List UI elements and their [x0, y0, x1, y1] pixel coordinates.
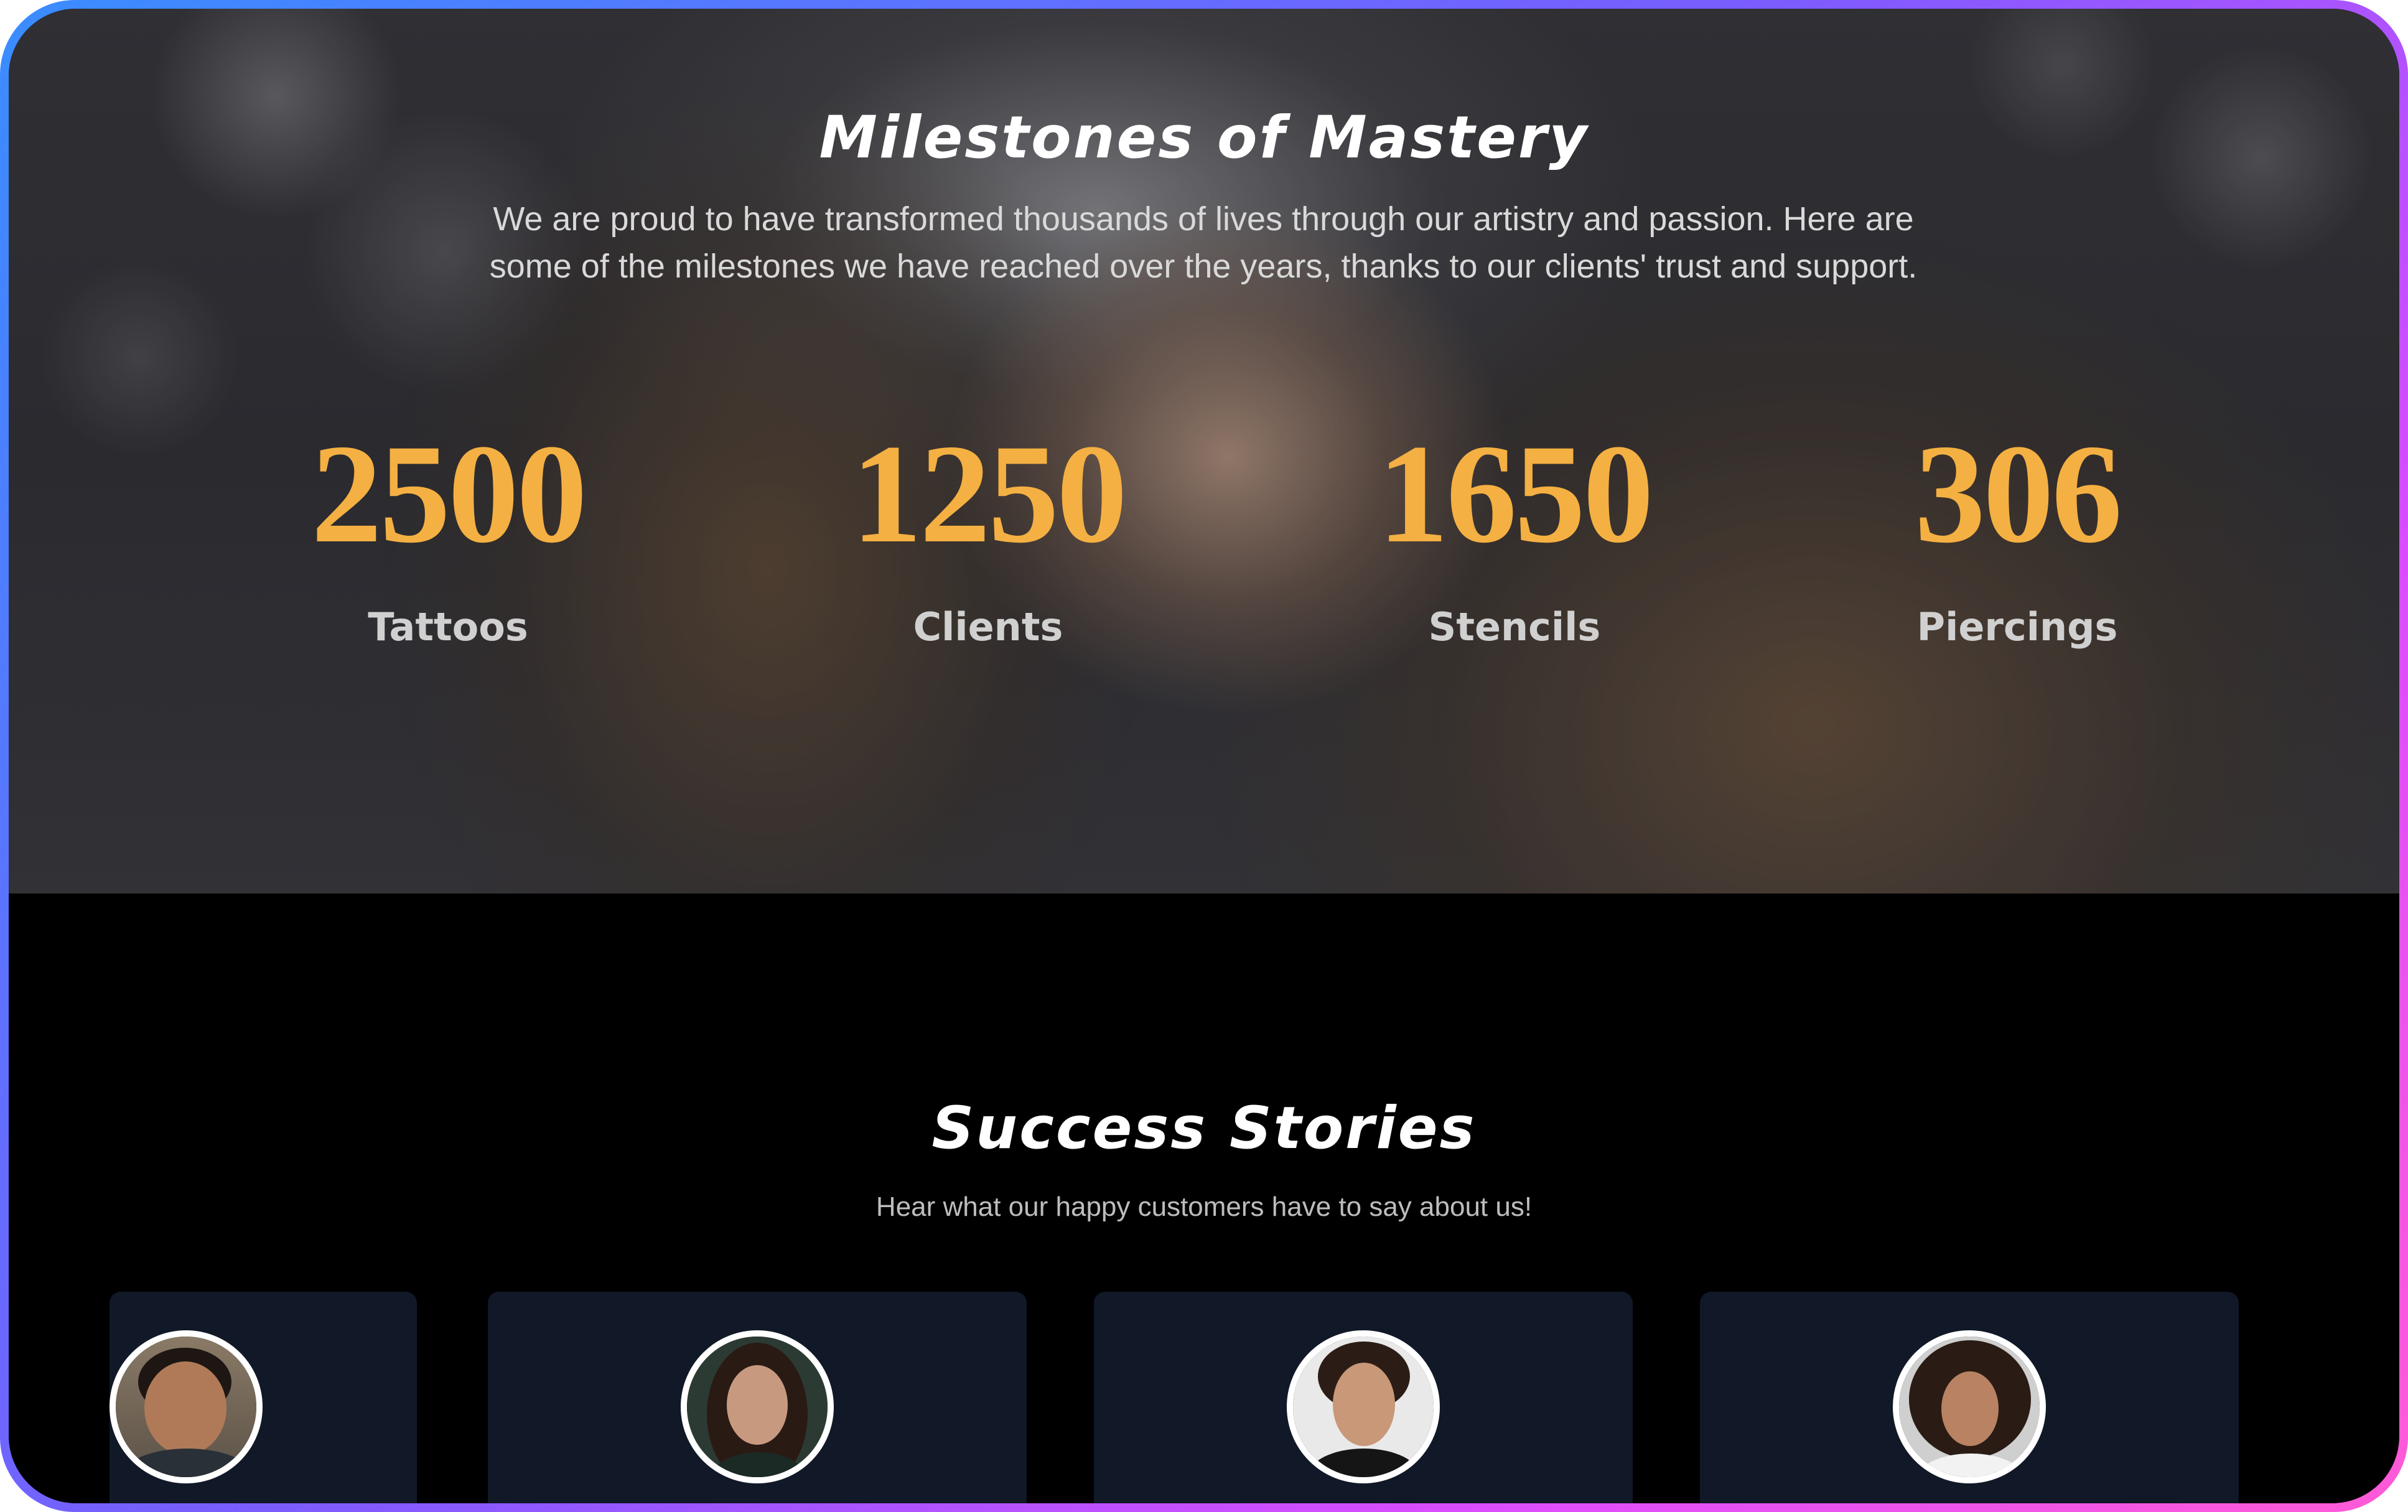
device-frame: Milestones of Mastery We are proud to ha… [0, 0, 2408, 1512]
stat-label: Clients [913, 604, 1063, 650]
success-stories-subtitle: Hear what our happy customers have to sa… [875, 1192, 1533, 1222]
stat-stencils: 1650 Stencils [1297, 413, 1732, 652]
milestones-title: Milestones of Mastery [819, 104, 1589, 172]
stat-tattoos: 2500 Tattoos [230, 413, 666, 652]
milestones-description-line-2: some of the milestones we have reached o… [489, 248, 1918, 285]
milestones-description: We are proud to have transformed thousan… [444, 195, 1962, 290]
testimonial-card[interactable] [1700, 1292, 2239, 1503]
milestones-section: Milestones of Mastery We are proud to ha… [9, 9, 2399, 894]
testimonial-card[interactable] [488, 1292, 1027, 1503]
success-stories-title: Success Stories [931, 1094, 1477, 1162]
testimonial-card[interactable] [1094, 1292, 1633, 1503]
stat-value: 2500 [311, 416, 587, 572]
page-viewport[interactable]: Milestones of Mastery We are proud to ha… [9, 9, 2399, 1503]
stat-value: 1250 [851, 416, 1127, 572]
stat-value: 1650 [1378, 416, 1654, 572]
stat-piercings: 306 Piercings [1799, 413, 2235, 652]
smiling-man-avatar [110, 1330, 263, 1483]
stat-label: Tattoos [368, 604, 528, 650]
stat-value: 306 [1915, 416, 2122, 572]
stat-label: Stencils [1428, 604, 1601, 650]
testimonial-card[interactable] [110, 1292, 417, 1503]
curly-haired-woman-avatar [1893, 1330, 2046, 1483]
dark-haired-woman-avatar [681, 1330, 834, 1483]
stat-label: Piercings [1916, 604, 2118, 650]
young-man-curly-hair-avatar [1287, 1330, 1440, 1483]
milestones-description-line-1: We are proud to have transformed thousan… [493, 200, 1914, 238]
stat-clients: 1250 Clients [770, 413, 1206, 652]
